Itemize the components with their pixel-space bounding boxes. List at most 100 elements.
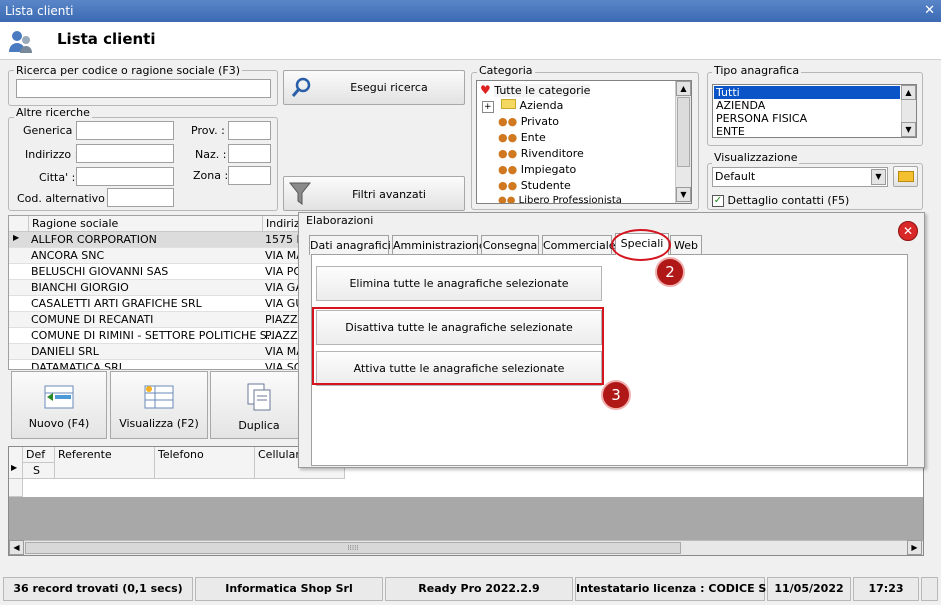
category-legend: Categoria [477,64,535,77]
generica-input[interactable] [76,121,174,140]
cod-alt-input[interactable] [107,188,174,207]
col-referente[interactable]: Referente [55,447,155,479]
status-version: Ready Pro 2022.2.9 [385,577,573,601]
naz-input[interactable] [228,144,271,163]
scroll-left-icon[interactable]: ◀ [9,540,24,555]
grid-corner [9,216,29,232]
col-def-s: S [23,463,55,479]
table-row[interactable]: BIANCHI GIORGIO VIA GA [9,280,307,296]
status-time: 17:23 [853,577,919,601]
table-row[interactable]: BELUSCHI GIOVANNI SAS VIA PO [9,264,307,280]
zona-input[interactable] [228,166,271,185]
type-item[interactable]: AZIENDA [716,99,765,112]
type-list[interactable]: Tutti AZIENDA PERSONA FISICA ENTE ▲ ▼ [712,84,917,138]
tab-web[interactable]: Web [670,235,702,255]
folder-open-icon [897,171,914,182]
new-record-icon [44,385,74,409]
type-item[interactable]: Tutti [714,86,900,99]
prov-input[interactable] [228,121,271,140]
scroll-up-icon[interactable]: ▲ [901,85,916,100]
category-item[interactable]: + Azienda [482,99,563,113]
category-scrollbar[interactable]: ▲ ▼ [675,81,691,203]
table-row[interactable]: ▶ ALLFOR CORPORATION 1575 N [9,232,307,248]
duplicate-icon [247,383,271,411]
category-item[interactable]: ●● Studente [498,179,571,192]
status-date: 11/05/2022 [767,577,851,601]
scroll-down-icon[interactable]: ▼ [676,187,691,202]
table-row[interactable]: DANIELI SRL VIA MA [9,344,307,360]
type-legend: Tipo anagrafica [712,64,802,77]
contacts-hscrollbar[interactable]: ◀ ⁞⁞⁞⁞⁞ ▶ [9,540,923,555]
col-def[interactable]: Def [23,447,55,463]
window-titlebar: Lista clienti ✕ [0,0,941,22]
search-legend: Ricerca per codice o ragione sociale (F3… [14,64,243,77]
new-button[interactable]: Nuovo (F4) [11,371,107,439]
category-item[interactable]: ●● Impiegato [498,163,576,176]
tab-commerciale[interactable]: Commerciale [542,235,616,255]
page-title: Lista clienti [57,30,156,48]
close-icon[interactable]: ✕ [924,0,935,22]
category-item[interactable]: ♥ Tutte le categorie [480,83,591,97]
search-input[interactable] [16,79,271,98]
grid-row-header [9,479,23,497]
highlight-tab-ring [611,229,671,261]
col-ragione-sociale[interactable]: Ragione sociale [29,216,263,232]
category-item[interactable]: ●● Rivenditore [498,147,584,160]
close-icon[interactable]: ✕ [898,221,918,241]
view-select[interactable]: Default ▼ [712,167,888,187]
citta-input[interactable] [76,167,174,186]
status-license: Intestatario licenza : CODICE SRL [575,577,782,601]
expand-icon[interactable]: + [482,101,494,113]
page-header: Lista clienti [0,22,941,60]
type-scrollbar[interactable]: ▲ ▼ [901,85,916,137]
checkbox-checked-icon[interactable]: ✓ [712,195,724,207]
prov-label: Prov. : [191,124,225,137]
customers-grid[interactable]: Ragione sociale Indirizz ▶ ALLFOR CORPORA… [8,215,308,370]
view-record-icon [144,385,174,409]
table-row[interactable]: CASALETTI ARTI GRAFICHE SRL VIA GU [9,296,307,312]
table-row[interactable]: DATAMATICA SRL VIA SO [9,360,307,369]
row-pointer-icon: ▶ [13,233,20,242]
view-button[interactable]: Visualizza (F2) [110,371,208,439]
people-icon: ●● [498,115,518,128]
view-legend: Visualizzazione [712,151,800,164]
duplicate-button[interactable]: Duplica [210,371,308,439]
type-item[interactable]: ENTE [716,125,745,137]
table-row[interactable]: COMUNE DI RIMINI - SETTORE POLITICHE S..… [9,328,307,344]
duplicate-label: Duplica [238,419,280,432]
category-tree[interactable]: ♥ Tutte le categorie + Azienda ●● Privat… [476,80,692,204]
other-searches-legend: Altre ricerche [14,106,92,119]
category-item[interactable]: ●● Ente [498,131,546,144]
tab-dati-anagrafici[interactable]: Dati anagrafici [309,235,391,255]
indirizzo-input[interactable] [76,144,174,163]
advanced-filters-button[interactable]: Filtri avanzati [283,176,465,211]
scroll-right-icon[interactable]: ▶ [907,540,922,555]
detail-contacts-label: Dettaglio contatti (F5) [727,194,850,207]
magnifier-icon [291,77,311,97]
col-telefono[interactable]: Telefono [155,447,255,479]
table-row[interactable]: ANCORA SNC VIA MA [9,248,307,264]
table-row[interactable]: COMUNE DI RECANATI PIAZZA [9,312,307,328]
category-item[interactable]: ●● Libero Professionista [498,195,622,204]
scroll-up-icon[interactable]: ▲ [676,81,691,96]
people-icon: ●● [498,195,516,204]
chevron-down-icon[interactable]: ▼ [871,169,886,185]
row-pointer-icon: ▶ [11,463,18,472]
step-badge-2: 2 [655,257,685,287]
tab-amministrazione[interactable]: Amministrazione [392,235,486,255]
view-label: Visualizza (F2) [119,417,199,430]
open-folder-button[interactable] [893,166,918,187]
folder-icon [501,99,517,109]
execute-search-button[interactable]: Esegui ricerca [283,70,465,105]
step-badge-3: 3 [601,380,631,410]
tab-consegna[interactable]: Consegna [481,235,539,255]
scroll-thumb[interactable]: ⁞⁞⁞⁞⁞ [25,542,681,554]
detail-contacts-checkbox[interactable]: ✓ Dettaglio contatti (F5) [712,194,849,207]
scroll-down-icon[interactable]: ▼ [901,122,916,137]
category-item[interactable]: ●● Privato [498,115,559,128]
new-label: Nuovo (F4) [28,417,90,430]
scroll-thumb[interactable] [677,97,690,167]
type-item[interactable]: PERSONA FISICA [716,112,807,125]
delete-all-button[interactable]: Elimina tutte le anagrafiche selezionate [316,266,602,301]
indirizzo-label: Indirizzo : [25,148,79,161]
